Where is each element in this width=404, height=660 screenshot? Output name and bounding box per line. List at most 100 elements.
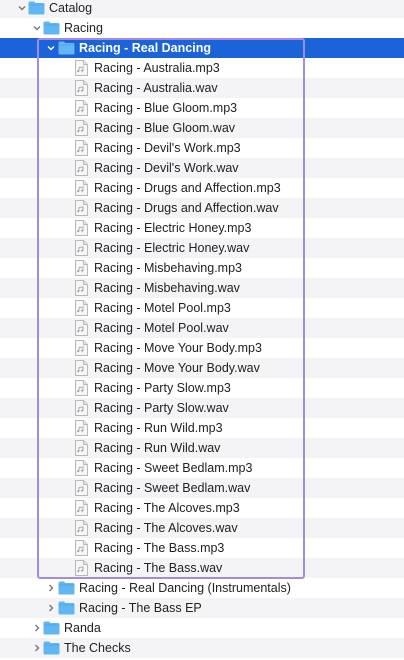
chevron-right-icon[interactable] — [32, 643, 42, 653]
tree-row-label: Racing - Run Wild.mp3 — [94, 421, 223, 435]
tree-row-label: Racing - Electric Honey.mp3 — [94, 221, 252, 235]
audio-file-icon — [75, 540, 88, 556]
tree-row-label: Racing - Misbehaving.wav — [94, 281, 240, 295]
tree-row-file[interactable]: Racing - Move Your Body.mp3 — [0, 338, 404, 358]
tree-row-label: Racing - Party Slow.mp3 — [94, 381, 231, 395]
folder-icon — [28, 1, 45, 15]
audio-file-icon — [75, 180, 88, 196]
audio-file-icon — [75, 60, 88, 76]
tree-row-label: Racing - Party Slow.wav — [94, 401, 229, 415]
audio-file-icon — [75, 520, 88, 536]
audio-file-icon — [75, 200, 88, 216]
tree-row-label: Racing - Misbehaving.mp3 — [94, 261, 242, 275]
tree-row-file[interactable]: Racing - Sweet Bedlam.mp3 — [0, 458, 404, 478]
folder-icon — [58, 41, 75, 55]
tree-row-file[interactable]: Racing - Misbehaving.wav — [0, 278, 404, 298]
chevron-down-icon[interactable] — [32, 23, 42, 33]
tree-row-file[interactable]: Racing - The Bass.mp3 — [0, 538, 404, 558]
audio-file-icon — [75, 380, 88, 396]
tree-row-folder[interactable]: Randa — [0, 618, 404, 638]
folder-icon — [43, 21, 60, 35]
tree-row-label: The Checks — [64, 641, 131, 655]
tree-row-file[interactable]: Racing - Electric Honey.wav — [0, 238, 404, 258]
tree-row-folder[interactable]: Racing - The Bass EP — [0, 598, 404, 618]
tree-row-folder[interactable]: The Checks — [0, 638, 404, 658]
audio-file-icon — [75, 500, 88, 516]
audio-file-icon — [75, 320, 88, 336]
tree-row-label: Catalog — [49, 1, 93, 15]
audio-file-icon — [75, 420, 88, 436]
tree-row-label: Racing - Blue Gloom.mp3 — [94, 101, 238, 115]
tree-row-file[interactable]: Racing - Motel Pool.wav — [0, 318, 404, 338]
tree-row-file[interactable]: Racing - Blue Gloom.mp3 — [0, 98, 404, 118]
tree-row-file[interactable]: Racing - Run Wild.wav — [0, 438, 404, 458]
tree-row-file[interactable]: Racing - Move Your Body.wav — [0, 358, 404, 378]
audio-file-icon — [75, 140, 88, 156]
tree-row-file[interactable]: Racing - The Alcoves.mp3 — [0, 498, 404, 518]
chevron-down-icon[interactable] — [46, 43, 56, 53]
audio-file-icon — [75, 460, 88, 476]
audio-file-icon — [75, 240, 88, 256]
audio-file-icon — [75, 260, 88, 276]
tree-row-label: Racing - Real Dancing (Instrumentals) — [79, 581, 291, 595]
file-tree: Catalog Racing Racing - Real Dancing Rac… — [0, 0, 404, 658]
tree-row-label: Racing - Motel Pool.wav — [94, 321, 229, 335]
file-list: Racing - Australia.mp3 Racing - Australia… — [0, 58, 404, 578]
audio-file-icon — [75, 360, 88, 376]
tree-row-label: Racing - Move Your Body.wav — [94, 361, 260, 375]
audio-file-icon — [75, 440, 88, 456]
audio-file-icon — [75, 400, 88, 416]
tree-row-file[interactable]: Racing - Drugs and Affection.mp3 — [0, 178, 404, 198]
chevron-right-icon[interactable] — [46, 583, 56, 593]
tree-row-file[interactable]: Racing - Australia.mp3 — [0, 58, 404, 78]
tree-row-label: Racing - The Bass.mp3 — [94, 541, 225, 555]
tree-row-label: Randa — [64, 621, 101, 635]
audio-file-icon — [75, 280, 88, 296]
tree-row-file[interactable]: Racing - Australia.wav — [0, 78, 404, 98]
tree-row-file[interactable]: Racing - Party Slow.mp3 — [0, 378, 404, 398]
tree-row-label: Racing - Drugs and Affection.wav — [94, 201, 279, 215]
tree-row-racing[interactable]: Racing — [0, 18, 404, 38]
tree-row-file[interactable]: Racing - The Bass.wav — [0, 558, 404, 578]
tree-row-file[interactable]: Racing - Devil's Work.wav — [0, 158, 404, 178]
tree-row-file[interactable]: Racing - The Alcoves.wav — [0, 518, 404, 538]
audio-file-icon — [75, 220, 88, 236]
tree-row-label: Racing - The Bass EP — [79, 601, 202, 615]
tree-row-label: Racing - The Bass.wav — [94, 561, 223, 575]
tree-row-racing-real-dancing[interactable]: Racing - Real Dancing — [0, 38, 404, 58]
tree-row-label: Racing - Sweet Bedlam.wav — [94, 481, 251, 495]
tree-row-label: Racing - Move Your Body.mp3 — [94, 341, 262, 355]
tree-row-label: Racing - Electric Honey.wav — [94, 241, 250, 255]
tree-row-file[interactable]: Racing - Sweet Bedlam.wav — [0, 478, 404, 498]
tree-row-label: Racing - The Alcoves.wav — [94, 521, 238, 535]
tree-row-file[interactable]: Racing - Misbehaving.mp3 — [0, 258, 404, 278]
tree-row-label: Racing - Run Wild.wav — [94, 441, 221, 455]
audio-file-icon — [75, 100, 88, 116]
tree-row-label: Racing - Blue Gloom.wav — [94, 121, 236, 135]
tree-row-file[interactable]: Racing - Party Slow.wav — [0, 398, 404, 418]
tree-row-label: Racing - Australia.wav — [94, 81, 218, 95]
tree-row-file[interactable]: Racing - Drugs and Affection.wav — [0, 198, 404, 218]
tree-row-catalog[interactable]: Catalog — [0, 0, 404, 18]
audio-file-icon — [75, 120, 88, 136]
tree-row-label: Racing - Devil's Work.mp3 — [94, 141, 241, 155]
folder-icon — [58, 581, 75, 595]
tree-row-label: Racing - Motel Pool.mp3 — [94, 301, 231, 315]
tree-row-folder[interactable]: Racing - Real Dancing (Instrumentals) — [0, 578, 404, 598]
audio-file-icon — [75, 300, 88, 316]
tree-row-file[interactable]: Racing - Blue Gloom.wav — [0, 118, 404, 138]
audio-file-icon — [75, 340, 88, 356]
chevron-down-icon[interactable] — [17, 3, 27, 13]
chevron-right-icon[interactable] — [46, 603, 56, 613]
tree-row-label: Racing - Sweet Bedlam.mp3 — [94, 461, 253, 475]
tree-row-file[interactable]: Racing - Devil's Work.mp3 — [0, 138, 404, 158]
tree-row-label: Racing - The Alcoves.mp3 — [94, 501, 240, 515]
tree-row-file[interactable]: Racing - Motel Pool.mp3 — [0, 298, 404, 318]
audio-file-icon — [75, 80, 88, 96]
tree-row-file[interactable]: Racing - Run Wild.mp3 — [0, 418, 404, 438]
audio-file-icon — [75, 480, 88, 496]
tree-row-file[interactable]: Racing - Electric Honey.mp3 — [0, 218, 404, 238]
audio-file-icon — [75, 560, 88, 576]
chevron-right-icon[interactable] — [32, 623, 42, 633]
tree-row-label: Racing - Real Dancing — [79, 41, 211, 55]
